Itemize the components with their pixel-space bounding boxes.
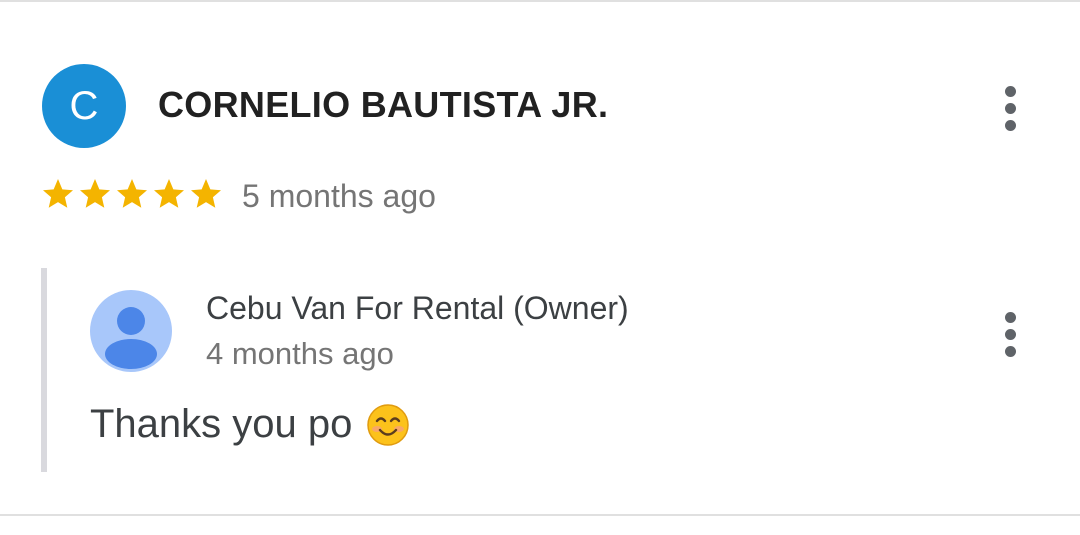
star-icon — [191, 179, 221, 208]
top-divider — [0, 0, 1080, 2]
reply-more-options-icon[interactable] — [990, 304, 1030, 364]
default-person-icon — [105, 307, 157, 369]
star-rating — [40, 176, 224, 212]
reply-message: Thanks you po — [90, 402, 353, 446]
smiling-face-icon — [367, 403, 410, 446]
star-icon — [117, 179, 147, 208]
star-icon — [43, 179, 73, 208]
review-timestamp: 5 months ago — [242, 178, 436, 214]
review-more-options-icon[interactable] — [990, 78, 1030, 138]
bottom-divider — [0, 514, 1080, 516]
owner-name[interactable]: Cebu Van For Rental (Owner) — [206, 290, 629, 327]
reply-indent-bar — [41, 268, 47, 472]
reviewer-avatar[interactable]: C — [42, 64, 126, 148]
reviewer-avatar-letter: C — [69, 83, 99, 128]
owner-avatar[interactable] — [90, 290, 172, 372]
reviewer-name[interactable]: CORNELIO BAUTISTA JR. — [158, 84, 608, 126]
reply-timestamp: 4 months ago — [206, 336, 394, 371]
star-icon — [80, 179, 110, 208]
star-icon — [154, 179, 184, 208]
reply-text: Thanks you po — [90, 402, 410, 447]
